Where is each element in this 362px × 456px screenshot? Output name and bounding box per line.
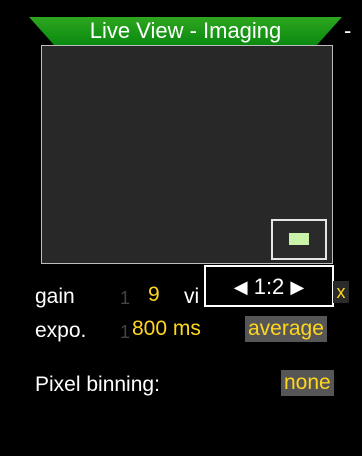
zoom-left-arrow-icon[interactable]: ◀ — [234, 277, 248, 297]
zoom-right-arrow-icon[interactable]: ▶ — [290, 277, 304, 297]
expo-value[interactable]: 800 ms — [132, 317, 201, 341]
gain-value[interactable]: 9 — [148, 283, 160, 307]
pixel-binning-label: Pixel binning: — [35, 373, 160, 396]
expo-label: expo. — [35, 319, 87, 342]
view-label: vi — [184, 285, 200, 308]
zoom-popup[interactable]: ◀ 1:2 ▶ — [204, 265, 334, 307]
zoom-suffix: x — [333, 281, 349, 303]
navigator-box[interactable] — [271, 219, 327, 260]
title-extra: - — [344, 18, 352, 43]
expo-faint: 1 — [120, 322, 131, 342]
gain-faint: 1 — [120, 288, 131, 308]
expo-mode[interactable]: average — [245, 316, 327, 342]
live-preview[interactable] — [41, 45, 333, 264]
gain-label: gain — [35, 285, 75, 308]
viewport-rectangle-icon — [289, 233, 309, 245]
page-title: Live View - Imaging — [89, 18, 282, 43]
zoom-value: 1:2 — [253, 274, 285, 300]
pixel-binning-value[interactable]: none — [281, 370, 334, 396]
